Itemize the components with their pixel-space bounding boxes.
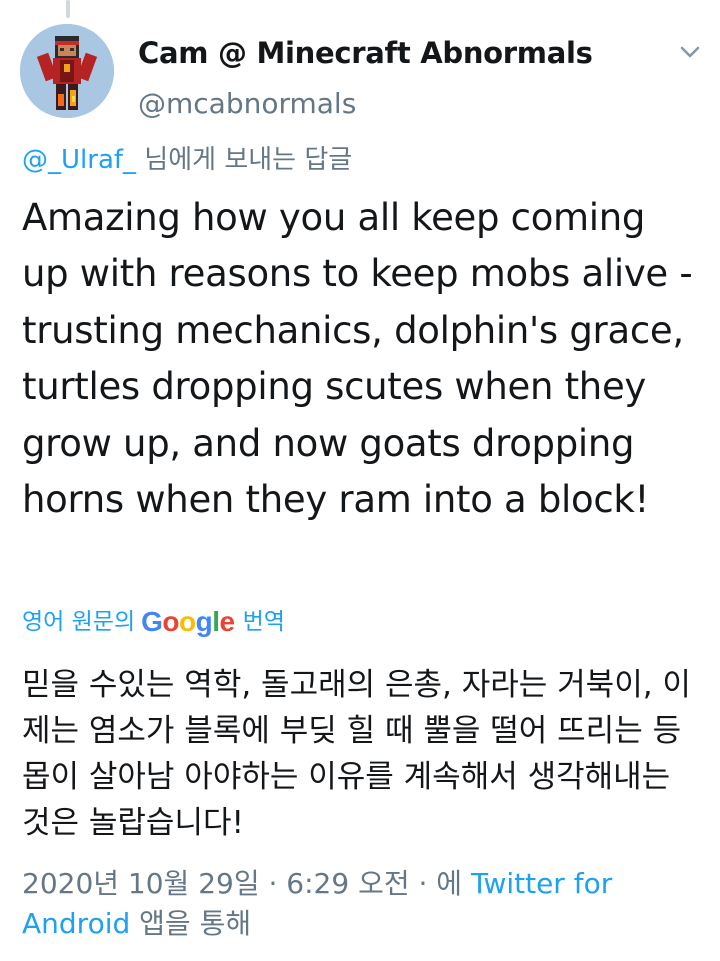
user-handle[interactable]: @mcabnormals	[138, 84, 658, 124]
tweet-timestamp[interactable]: 2020년 10월 29일 · 6:29 오전 · 에	[22, 867, 462, 900]
google-logo-letter: e	[219, 606, 236, 637]
tweet-author[interactable]: Cam @ Minecraft Abnormals @mcabnormals	[138, 34, 658, 124]
translation-attribution[interactable]: 영어 원문의 Google 번역	[22, 602, 285, 642]
reply-context: @_Ulraf_ 님에게 보내는 답글	[22, 142, 352, 178]
reply-context-suffix: 님에게 보내는 답글	[136, 145, 353, 175]
avatar[interactable]	[20, 24, 114, 118]
translation-suffix: 번역	[242, 609, 285, 635]
reply-mention-link[interactable]: @_Ulraf_	[22, 145, 136, 175]
chevron-down-icon	[680, 46, 700, 58]
google-logo-letter: g	[195, 606, 213, 637]
tweet-text: Amazing how you all keep coming up with …	[22, 196, 693, 522]
tweet-metadata: 2020년 10월 29일 · 6:29 오전 · 에 Twitter for …	[22, 864, 662, 944]
tweet-source-suffix: 앱을 통해	[139, 907, 252, 940]
thread-connector-line	[66, 0, 70, 18]
google-logo-letter: o	[179, 606, 196, 637]
google-logo-letter: o	[162, 606, 180, 637]
google-logo-letter: G	[141, 606, 163, 637]
display-name[interactable]: Cam @ Minecraft Abnormals	[138, 34, 658, 72]
google-logo-letter: l	[212, 606, 220, 637]
translated-text: 믿을 수있는 역학, 돌고래의 은총, 자라는 거북이, 이제는 염소가 블록에…	[22, 667, 691, 841]
google-logo: Google	[141, 602, 236, 642]
tweet-options-button[interactable]	[676, 38, 704, 66]
avatar-image	[20, 24, 114, 118]
translation-prefix: 영어 원문의	[22, 609, 136, 635]
